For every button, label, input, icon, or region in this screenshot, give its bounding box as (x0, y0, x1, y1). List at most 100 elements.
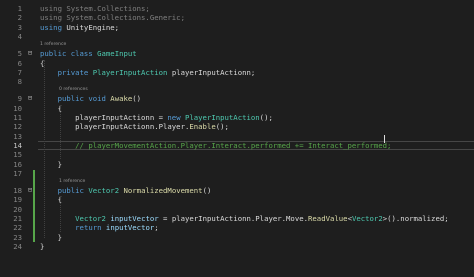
code-line[interactable]: 24} (0, 242, 474, 251)
code-line[interactable]: 12 playerInputActionn.Player.Enable(); (0, 122, 474, 131)
code-token: () (202, 186, 212, 196)
code-line[interactable]: 13 (0, 132, 474, 141)
code-line[interactable]: 16 } (0, 160, 474, 169)
code-token: } (40, 241, 45, 251)
code-line[interactable]: 19 { (0, 195, 474, 204)
code-token: = playerInputActionn.Player.Move. (158, 214, 309, 223)
code-token: >().normalized; (382, 214, 449, 223)
code-line[interactable]: 9 ⊟ public void Awake() (0, 94, 474, 103)
code-token: inputVector (105, 223, 155, 233)
code-token: public (57, 186, 89, 196)
collapse-icon[interactable]: ⊟ (26, 49, 34, 58)
code-line[interactable]: 23 } (0, 233, 474, 242)
code-line[interactable]: 18 ⊟ public Vector2 NormalizedMovement() (0, 186, 474, 195)
code-token: Vector2 (351, 214, 383, 223)
code-token: ; (154, 223, 159, 233)
code-text[interactable]: public void Awake() (40, 94, 141, 103)
code-lens-label[interactable]: 1 reference (40, 41, 66, 49)
code-text[interactable]: } (40, 242, 44, 251)
code-line[interactable]: 21 Vector2 inputVector = playerInputActi… (0, 214, 474, 223)
line-number: 11 (13, 113, 22, 122)
code-lens-label[interactable]: 1 reference (59, 178, 85, 186)
code-line[interactable]: 2 using System.Collections.Generic; (0, 13, 474, 22)
code-lens[interactable]: 0 references (0, 86, 474, 94)
code-token: Awake (110, 94, 133, 104)
code-token: PlayerInputAction (184, 113, 260, 122)
collapse-icon[interactable]: ⊟ (26, 94, 34, 103)
line-number: 15 (13, 150, 22, 160)
code-token: Vector2 (75, 214, 111, 223)
code-text[interactable]: public class GameInput (40, 49, 137, 58)
code-line[interactable]: 22 return inputVector; (0, 223, 474, 232)
code-token: Vector2 (88, 186, 124, 196)
code-token: System.Collections; (66, 4, 150, 13)
code-text[interactable]: return inputVector; (40, 223, 159, 232)
line-number: 7 (17, 67, 22, 77)
line-number: 13 (13, 131, 22, 141)
code-token: public class (40, 49, 98, 59)
code-line[interactable]: 6{ (0, 59, 474, 68)
line-number: 24 (13, 241, 22, 251)
line-number: 9 (17, 94, 22, 104)
change-bar (33, 170, 35, 242)
code-token: PlayerInputAction (92, 67, 172, 77)
code-token: playerInputActionn; (171, 67, 256, 77)
code-line[interactable]: 4 (0, 32, 474, 41)
code-token: using (40, 4, 67, 13)
code-token: () (132, 94, 142, 104)
line-number: 2 (17, 13, 22, 23)
code-token: Enable (189, 122, 216, 132)
code-line[interactable]: 11 playerInputActionn = new PlayerInputA… (0, 113, 474, 122)
indent-guide-method (60, 196, 61, 232)
code-text[interactable]: private PlayerInputAction playerInputAct… (40, 67, 256, 77)
code-line[interactable]: 20 (0, 205, 474, 214)
code-text[interactable]: playerInputActionn = new PlayerInputActi… (40, 113, 273, 122)
code-text[interactable]: public Vector2 NormalizedMovement() (40, 186, 212, 196)
line-number: 19 (13, 195, 22, 205)
code-token: System.Collections.Generic; (66, 13, 185, 23)
code-line[interactable]: 10 { (0, 104, 474, 113)
code-text[interactable]: using System.Collections; (40, 4, 150, 13)
code-token: new (167, 113, 185, 122)
code-token: // playerMovementAction.Player.Interact.… (40, 140, 392, 150)
line-number: 4 (17, 31, 22, 41)
code-line[interactable]: 15 (0, 150, 474, 159)
indent-guide-awake (60, 105, 61, 159)
code-line[interactable]: 17 (0, 169, 474, 178)
code-text[interactable]: Vector2 inputVector = playerInputActionn… (40, 214, 449, 223)
code-token: playerInputActionn.Player. (40, 122, 190, 132)
line-number: 3 (17, 22, 22, 32)
line-number: 12 (13, 122, 22, 132)
line-number: 16 (13, 159, 22, 169)
line-number: 8 (17, 77, 22, 87)
line-number: 14 (13, 140, 22, 150)
code-line[interactable]: 1 using System.Collections; (0, 4, 474, 13)
code-line[interactable]: 3 using UnityEngine; (0, 23, 474, 32)
code-lens[interactable]: 1 reference (0, 41, 474, 49)
code-text[interactable]: // playerMovementAction.Player.Interact.… (40, 141, 391, 150)
code-token: UnityEngine; (66, 22, 120, 32)
code-line[interactable]: 7 private PlayerInputAction playerInputA… (0, 68, 474, 77)
code-line[interactable]: 8 (0, 77, 474, 86)
code-text[interactable]: using System.Collections.Generic; (40, 13, 185, 22)
code-token: NormalizedMovement (123, 186, 203, 196)
line-number: 21 (13, 214, 22, 223)
indent-guide-class (44, 60, 45, 238)
code-line[interactable]: 14 // playerMovementAction.Player.Intera… (0, 141, 474, 150)
code-token: private (57, 67, 93, 77)
code-editor[interactable]: 1 using System.Collections; 2 using System.… (0, 0, 474, 277)
code-lens-label[interactable]: 0 references (59, 86, 88, 94)
line-number: 22 (13, 223, 22, 233)
code-text[interactable]: playerInputActionn.Player.Enable(); (40, 122, 229, 131)
code-line[interactable]: 5 ⊟ public class GameInput (0, 49, 474, 58)
code-token: return (75, 223, 106, 233)
code-text[interactable]: using UnityEngine; (40, 23, 119, 32)
code-lens[interactable]: 1 reference (0, 178, 474, 186)
code-token: (); (259, 113, 273, 122)
line-number: 20 (13, 204, 22, 214)
text-caret (384, 135, 385, 143)
